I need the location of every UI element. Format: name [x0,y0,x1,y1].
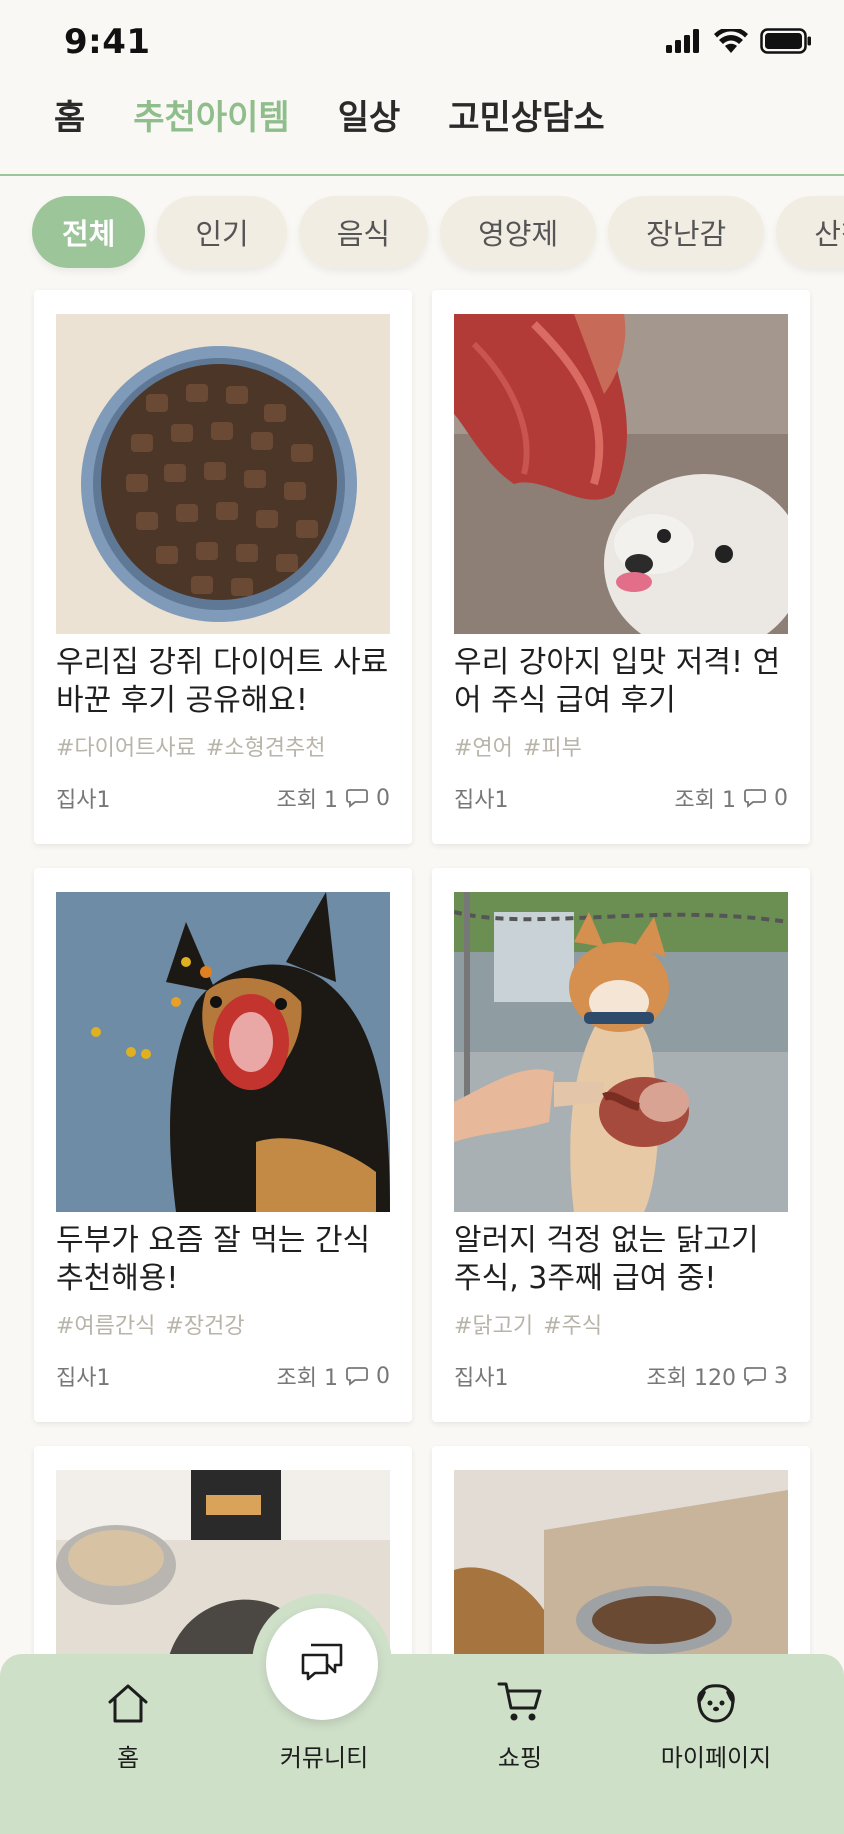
chip-food[interactable]: 음식 [298,196,429,268]
post-title: 우리 강아지 입맛 저격! 연어 주식 급여 후기 [454,645,781,718]
post-stats: 조회 1 0 [277,782,390,814]
comment-icon [744,788,766,808]
post-thumbnail [454,314,788,634]
tab-advice[interactable]: 고민상담소 [448,98,604,139]
post-tag[interactable]: #소형견추천 [206,730,326,762]
post-tags: #닭고기 #주식 [454,1308,788,1340]
battery-icon [760,28,812,54]
category-chips: 전체 인기 음식 영양제 장난감 산책용품 [32,196,844,268]
chip-all[interactable]: 전체 [32,196,146,268]
post-author: 집사1 [454,788,509,813]
post-stats: 조회 120 3 [647,1360,788,1392]
post-tag[interactable]: #여름간식 [56,1308,155,1340]
post-thumbnail [454,892,788,1212]
nav-mypage[interactable]: 마이페이지 [631,1670,801,1773]
status-time: 9:41 [64,22,151,62]
nav-community-label: 커뮤니티 [279,1744,369,1772]
post-tags: #연어 #피부 [454,730,788,762]
comment-icon [744,1366,766,1386]
cart-icon [497,1670,543,1724]
post-title: 알러지 걱정 없는 닭고기 주식, 3주째 급여 중! [454,1223,759,1296]
post-grid: 우리집 강쥐 다이어트 사료 바꾼 후기 공유해요! #다이어트사료 #소형견추… [34,290,810,1820]
chip-supplements[interactable]: 영양제 [440,196,597,268]
chip-walk-supplies[interactable]: 산책용품 [776,196,844,268]
nav-home[interactable]: 홈 [43,1670,213,1773]
post-author: 집사1 [454,1366,509,1391]
tab-home[interactable]: 홈 [54,98,85,139]
post-card[interactable]: 우리 강아지 입맛 저격! 연어 주식 급여 후기 #연어 #피부 집사1 조회… [432,290,810,844]
top-tab-bar: 홈 추천아이템 일상 고민상담소 [0,98,844,176]
comment-icon [346,788,368,808]
post-tags: #여름간식 #장건강 [56,1308,390,1340]
post-tag[interactable]: #닭고기 [454,1308,533,1340]
post-tags: #다이어트사료 #소형견추천 [56,730,390,762]
post-comment-count: 3 [774,1363,788,1389]
post-tag[interactable]: #연어 [454,730,513,762]
post-title: 두부가 요즘 잘 먹는 간식 추천해용! [56,1223,371,1296]
bottom-navigation: 홈 커뮤니티 쇼핑 마이페이지 [0,1654,844,1834]
post-tag[interactable]: #피부 [523,730,582,762]
tab-daily[interactable]: 일상 [338,98,401,139]
post-title: 우리집 강쥐 다이어트 사료 바꾼 후기 공유해요! [56,645,389,718]
post-author: 집사1 [56,788,111,813]
post-views: 조회 1 [276,1366,338,1391]
post-card[interactable]: 알러지 걱정 없는 닭고기 주식, 3주째 급여 중! #닭고기 #주식 집사1… [432,868,810,1422]
post-card[interactable]: 두부가 요즘 잘 먹는 간식 추천해용! #여름간식 #장건강 집사1 조회 1… [34,868,412,1422]
post-tag[interactable]: #주식 [543,1308,602,1340]
community-button[interactable] [266,1608,378,1720]
wifi-icon [714,29,748,53]
post-meta: 집사1 조회 120 3 [454,1360,788,1392]
chip-popular[interactable]: 인기 [157,196,287,268]
chip-toys[interactable]: 장난감 [608,196,765,268]
post-tag[interactable]: #다이어트사료 [56,730,196,762]
nav-shopping-label: 쇼핑 [497,1744,543,1772]
post-meta: 집사1 조회 1 0 [56,782,390,814]
post-card[interactable]: 우리집 강쥐 다이어트 사료 바꾼 후기 공유해요! #다이어트사료 #소형견추… [34,290,412,844]
home-icon [106,1670,150,1724]
post-tag[interactable]: #장건강 [165,1308,244,1340]
post-author: 집사1 [56,1366,111,1391]
tab-recommended-items[interactable]: 추천아이템 [133,98,289,139]
post-views: 조회 120 [646,1366,736,1391]
post-thumbnail [56,892,390,1212]
post-comment-count: 0 [774,785,788,811]
community-screen: 9:41 홈 추천아이템 일상 고민상담소 전체 인기 음식 영양제 장난감 산… [0,0,844,1834]
status-bar: 9:41 [0,0,844,88]
cellular-signal-icon [666,29,702,53]
dog-face-icon [694,1670,738,1724]
nav-home-label: 홈 [116,1744,140,1772]
post-comment-count: 0 [376,785,390,811]
chat-bubbles-icon [299,1642,345,1686]
status-icons [666,28,812,54]
comment-icon [346,1366,368,1386]
post-stats: 조회 1 0 [277,1360,390,1392]
nav-shopping[interactable]: 쇼핑 [435,1670,605,1773]
post-thumbnail [56,314,390,634]
nav-mypage-label: 마이페이지 [660,1744,772,1772]
post-stats: 조회 1 0 [675,782,788,814]
post-comment-count: 0 [376,1363,390,1389]
post-meta: 집사1 조회 1 0 [454,782,788,814]
post-views: 조회 1 [276,788,338,813]
post-meta: 집사1 조회 1 0 [56,1360,390,1392]
post-views: 조회 1 [674,788,736,813]
